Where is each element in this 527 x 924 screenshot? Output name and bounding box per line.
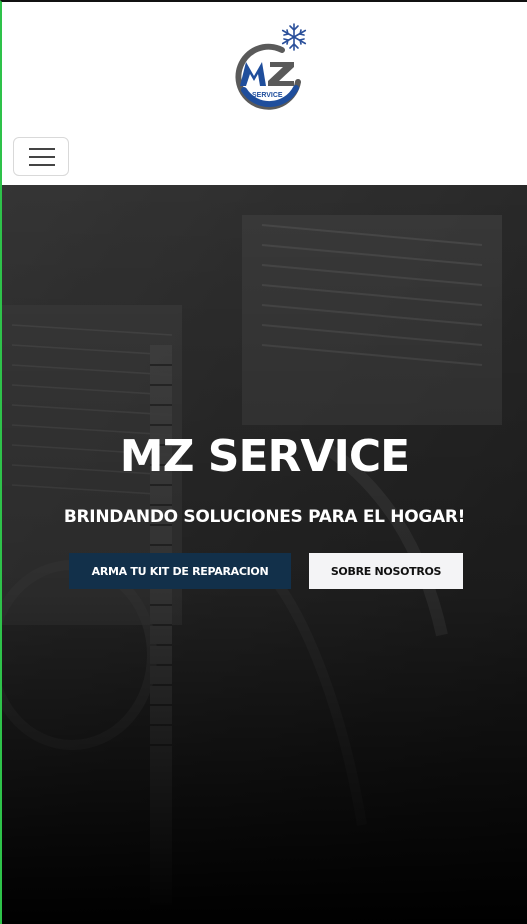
page: SERVICE MZ SERVICE BRINDANDO SOLUCIONES … (0, 0, 527, 924)
logo-lettering (240, 62, 294, 86)
navbar-toggle-button[interactable] (13, 137, 69, 176)
site-header: SERVICE (2, 2, 527, 185)
about-us-button[interactable]: SOBRE NOSOTROS (309, 553, 463, 589)
snowflake-icon (281, 23, 307, 51)
hamburger-icon (29, 148, 55, 166)
brand-logo[interactable]: SERVICE (230, 20, 312, 116)
logo-service-text: SERVICE (252, 92, 283, 99)
hero-section: MZ SERVICE BRINDANDO SOLUCIONES PARA EL … (2, 185, 527, 924)
hero-title: MZ SERVICE (119, 431, 410, 482)
hero-subtitle: BRINDANDO SOLUCIONES PARA EL HOGAR! (63, 507, 466, 527)
build-repair-kit-button[interactable]: ARMA TU KIT DE REPARACION (69, 553, 291, 589)
brand-logo-graphic: SERVICE (235, 23, 307, 110)
